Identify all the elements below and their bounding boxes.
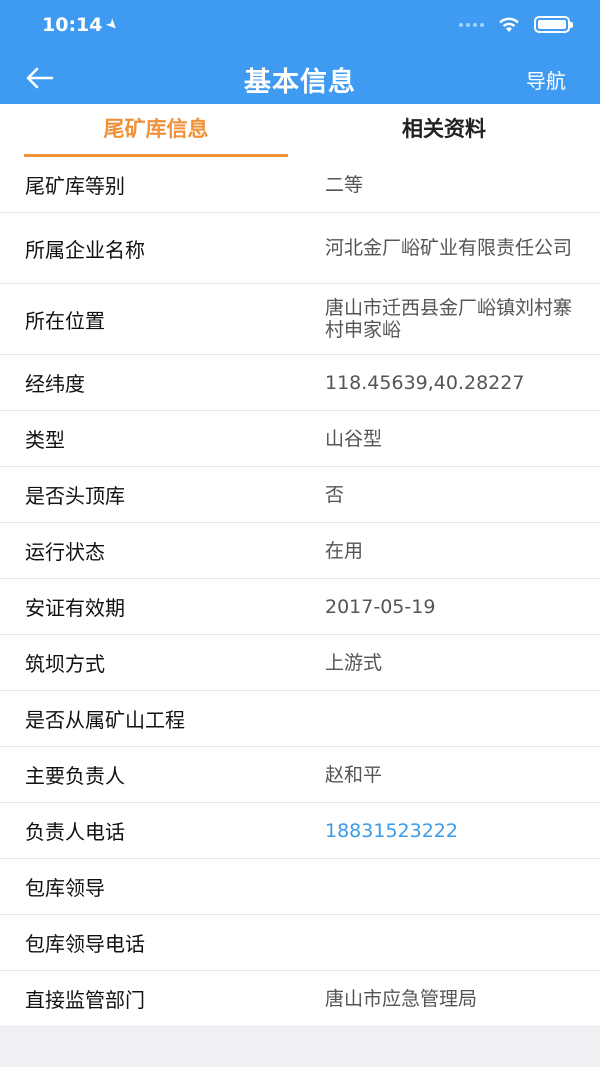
status-time: 10:14 ➤ (42, 14, 122, 36)
list-item: 包库领导 (0, 859, 600, 915)
tab-related-documents[interactable]: 相关资料 (312, 104, 576, 157)
row-label: 包库领导电话 (25, 932, 145, 956)
row-value: 赵和平 (325, 763, 383, 786)
row-label: 主要负责人 (25, 764, 125, 788)
info-list: 尾矿库等别 二等 所属企业名称 河北金厂峪矿业有限责任公司 所在位置 唐山市迁西… (0, 157, 600, 1027)
list-item: 安证有效期 2017-05-19 (0, 579, 600, 635)
list-item: 尾矿库等别 二等 (0, 157, 600, 213)
row-label: 运行状态 (25, 540, 105, 564)
row-label: 尾矿库等别 (25, 174, 125, 198)
list-item: 主要负责人 赵和平 (0, 747, 600, 803)
page-title: 基本信息 (244, 67, 356, 98)
list-item: 经纬度 118.45639,40.28227 (0, 355, 600, 411)
wifi-icon (499, 17, 519, 32)
status-time-text: 10:14 (42, 14, 103, 36)
row-value: 二等 (325, 173, 364, 196)
row-label: 负责人电话 (25, 820, 125, 844)
row-value: 山谷型 (325, 427, 383, 450)
row-value: 在用 (325, 539, 364, 562)
row-label: 所在位置 (25, 308, 105, 333)
list-item: 所属企业名称 河北金厂峪矿业有限责任公司 (0, 213, 600, 284)
status-icons (459, 16, 573, 33)
row-label: 所属企业名称 (25, 237, 145, 262)
list-item: 筑坝方式 上游式 (0, 635, 600, 691)
nav-header: 10:14 ➤ 基本信息 导航 (0, 0, 600, 104)
row-label: 直接监管部门 (25, 988, 145, 1012)
row-label: 类型 (25, 428, 65, 452)
row-value: 河北金厂峪矿业有限责任公司 (325, 237, 573, 259)
list-item: 包库领导电话 (0, 915, 600, 971)
row-value: 唐山市应急管理局 (325, 987, 478, 1010)
row-label: 包库领导 (25, 876, 105, 900)
location-arrow-icon: ➤ (102, 15, 123, 35)
row-value: 唐山市迁西县金厂峪镇刘村寨村申家峪 (325, 297, 573, 341)
phone-link[interactable]: 18831523222 (325, 820, 575, 842)
row-label: 经纬度 (25, 372, 85, 396)
list-item: 负责人电话 18831523222 (0, 803, 600, 859)
navigate-button[interactable]: 导航 (526, 65, 566, 94)
list-item: 是否头顶库 否 (0, 467, 600, 523)
list-item: 运行状态 在用 (0, 523, 600, 579)
row-label: 是否从属矿山工程 (25, 708, 185, 732)
row-value: 2017-05-19 (325, 595, 436, 618)
battery-icon (534, 16, 573, 33)
signal-dots-icon (459, 22, 484, 27)
row-value: 118.45639,40.28227 (325, 371, 525, 394)
row-label: 筑坝方式 (25, 652, 105, 676)
row-label: 是否头顶库 (25, 484, 125, 508)
row-value: 否 (325, 483, 345, 506)
list-item: 是否从属矿山工程 (0, 691, 600, 747)
tab-bar: 尾矿库信息 相关资料 (0, 104, 600, 157)
list-item: 所在位置 唐山市迁西县金厂峪镇刘村寨村申家峪 (0, 284, 600, 355)
tab-tailings-info[interactable]: 尾矿库信息 (24, 104, 288, 157)
list-item: 直接监管部门 唐山市应急管理局 (0, 971, 600, 1027)
row-label: 安证有效期 (25, 596, 125, 620)
list-item: 类型 山谷型 (0, 411, 600, 467)
row-value: 上游式 (325, 651, 383, 674)
